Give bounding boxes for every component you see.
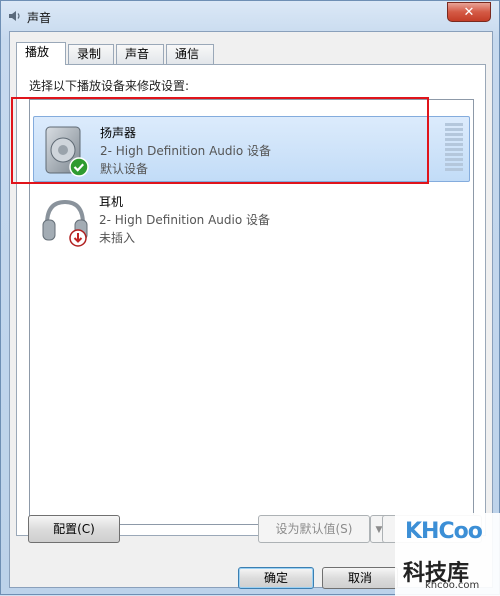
- volume-level-meter: [445, 123, 463, 175]
- title-bar[interactable]: 声音 ✕: [1, 1, 499, 31]
- cancel-button[interactable]: 取消: [322, 567, 398, 589]
- default-check-badge: [69, 157, 89, 177]
- configure-button[interactable]: 配置(C): [28, 515, 120, 543]
- tab-communications[interactable]: 通信: [166, 44, 214, 64]
- device-item-headphones[interactable]: 耳机 2- High Definition Audio 设备 未插入: [33, 186, 470, 252]
- tab-playback[interactable]: 播放: [16, 42, 66, 65]
- ok-button[interactable]: 确定: [238, 567, 314, 589]
- playback-panel: 选择以下播放设备来修改设置: 扬声器 2- High Definition Au…: [16, 64, 486, 536]
- watermark-url: khcoo.com: [425, 580, 480, 591]
- device-name: 扬声器: [100, 126, 137, 140]
- sound-dialog: 声音 ✕ 播放 录制 声音 通信 选择以下播放设备来修改设置: 扬声器 2- H…: [0, 0, 500, 596]
- dialog-client: 播放 录制 声音 通信 选择以下播放设备来修改设置: 扬声器 2- High D…: [9, 31, 493, 589]
- device-list[interactable]: 扬声器 2- High Definition Audio 设备 默认设备 耳机 …: [29, 99, 474, 525]
- window-title: 声音: [27, 11, 52, 25]
- watermark: KHCoo 科技库 khcoo.com: [395, 513, 500, 596]
- headphones-icon: [42, 199, 88, 247]
- tab-recording[interactable]: 录制: [68, 44, 114, 64]
- set-default-button[interactable]: 设为默认值(S): [258, 515, 370, 543]
- tab-sounds[interactable]: 声音: [116, 44, 164, 64]
- instruction-text: 选择以下播放设备来修改设置:: [29, 79, 190, 93]
- device-status: 默认设备: [100, 162, 149, 176]
- watermark-logo: KHCoo: [405, 519, 483, 544]
- close-button[interactable]: ✕: [447, 2, 491, 22]
- device-description: 2- High Definition Audio 设备: [99, 213, 271, 227]
- speaker-icon: [45, 126, 89, 177]
- device-status: 未插入: [99, 231, 136, 245]
- device-name: 耳机: [99, 195, 124, 209]
- speaker-app-icon: [9, 11, 20, 21]
- device-item-speaker[interactable]: 扬声器 2- High Definition Audio 设备 默认设备: [33, 116, 470, 182]
- device-description: 2- High Definition Audio 设备: [100, 144, 272, 158]
